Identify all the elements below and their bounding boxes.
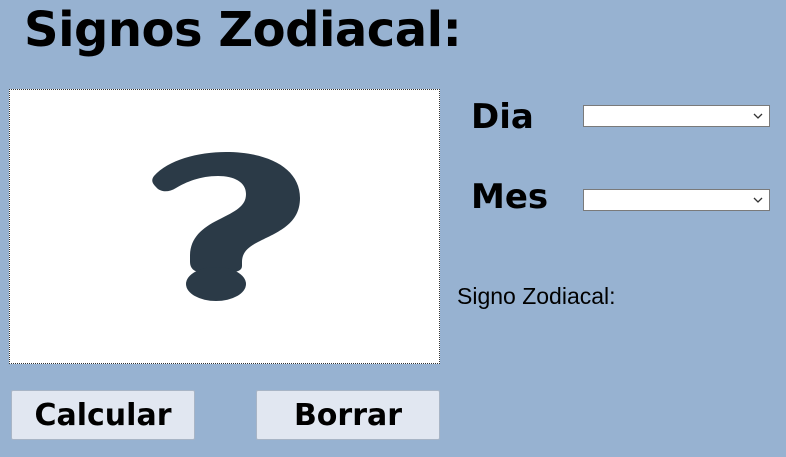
zodiac-image-box	[9, 89, 440, 364]
chevron-down-icon[interactable]	[747, 190, 769, 210]
signo-zodiacal-label: Signo Zodiacal:	[457, 283, 616, 309]
page-title: Signos Zodiacal:	[24, 2, 462, 58]
mes-label: Mes	[471, 177, 549, 217]
borrar-button[interactable]: Borrar	[256, 390, 440, 440]
mes-select[interactable]	[583, 189, 770, 211]
chevron-down-icon[interactable]	[747, 106, 769, 126]
question-mark-icon	[152, 152, 300, 301]
calcular-button[interactable]: Calcular	[11, 390, 195, 440]
dia-label: Dia	[471, 97, 534, 137]
dia-select[interactable]	[583, 105, 770, 127]
